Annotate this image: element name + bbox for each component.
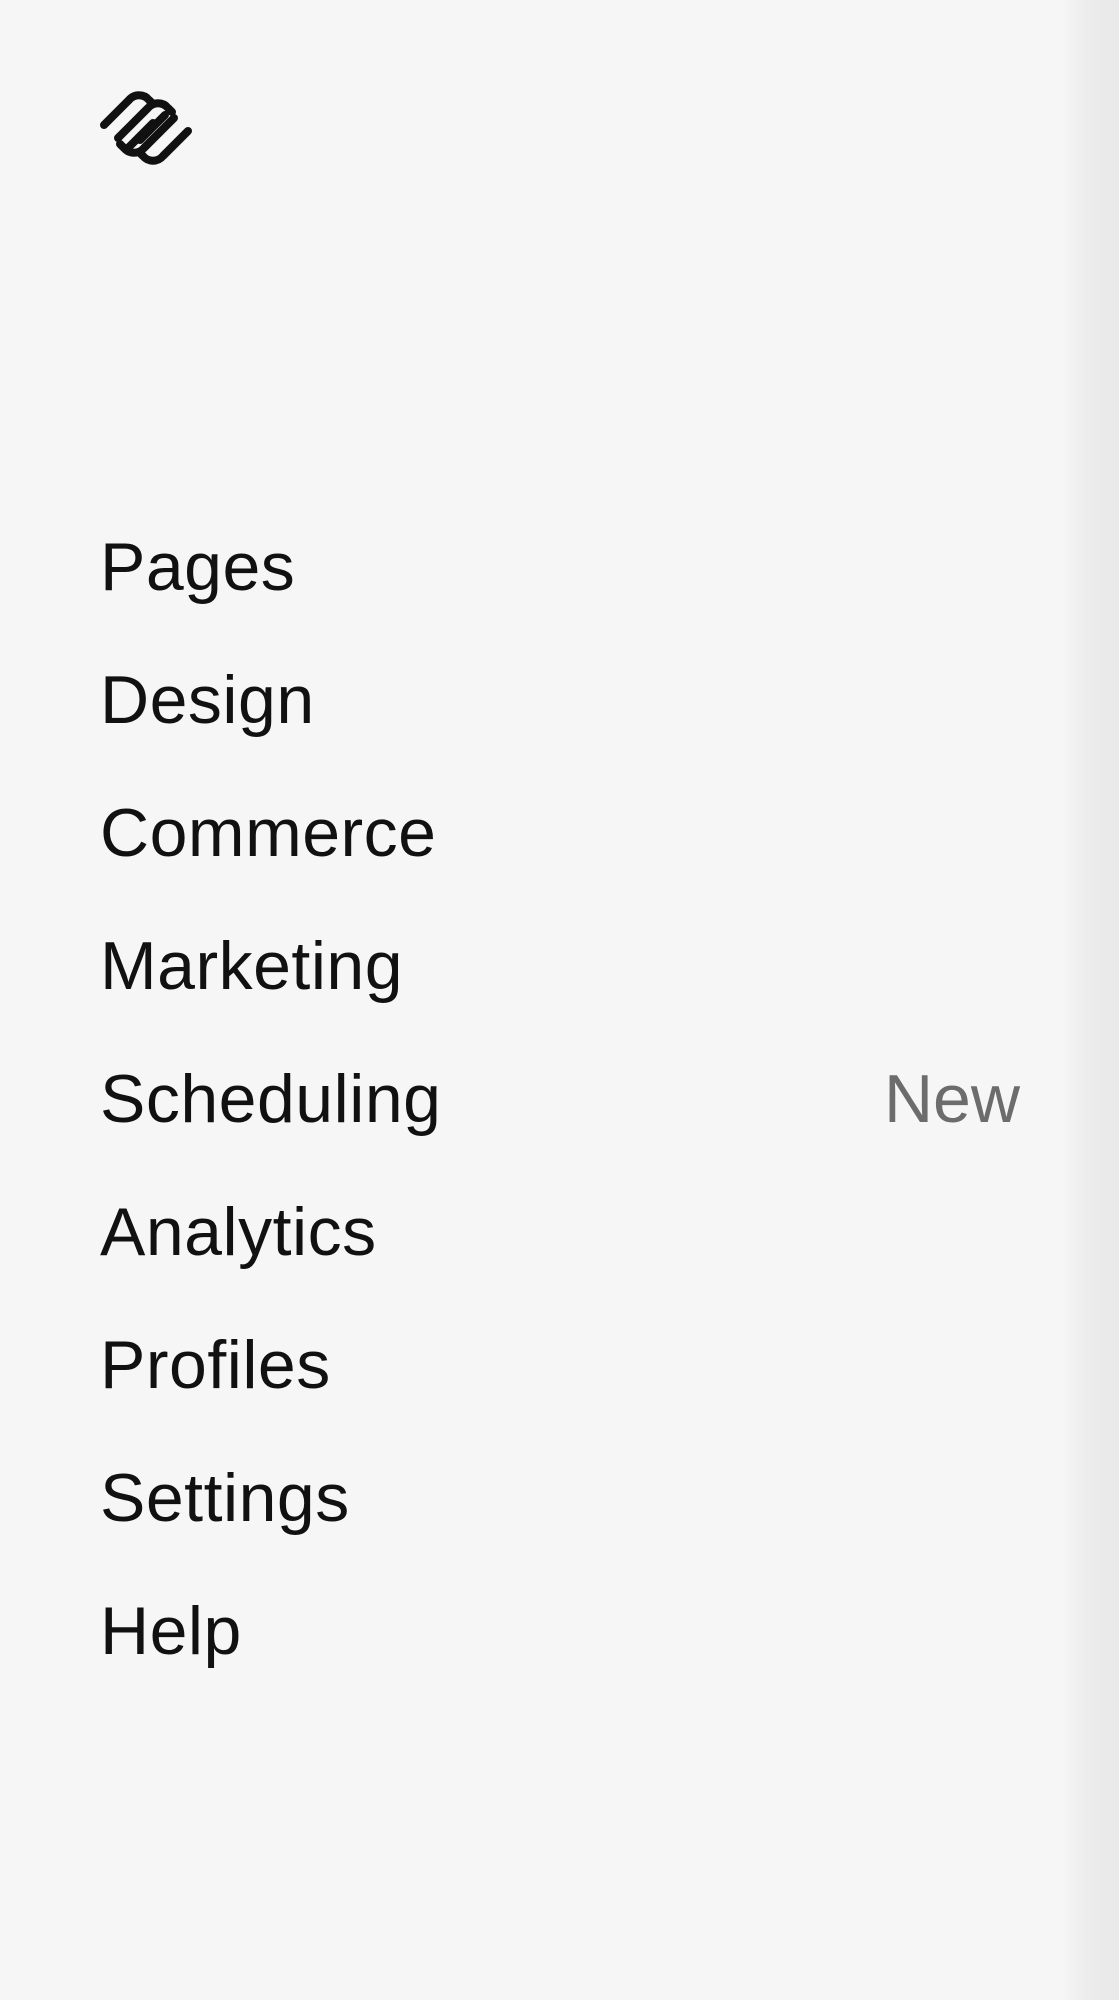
nav-item-help[interactable]: Help [100,1564,1020,1697]
new-badge: New [883,1060,1020,1137]
nav-item-marketing[interactable]: Marketing [100,899,1020,1032]
navigation-panel: Pages Design Commerce Marketing Scheduli… [0,0,1119,2000]
nav-item-label: Commerce [100,794,437,871]
nav-item-label: Analytics [100,1193,377,1270]
nav-item-design[interactable]: Design [100,633,1020,766]
nav-item-analytics[interactable]: Analytics [100,1165,1020,1298]
nav-item-pages[interactable]: Pages [100,500,1020,633]
panel-edge-shadow [1061,0,1119,2000]
squarespace-logo-icon[interactable] [98,86,194,166]
main-nav: Pages Design Commerce Marketing Scheduli… [100,500,1020,1697]
nav-item-label: Pages [100,528,296,605]
nav-item-commerce[interactable]: Commerce [100,766,1020,899]
nav-item-label: Scheduling [100,1060,442,1137]
nav-item-label: Help [100,1592,242,1669]
nav-item-scheduling[interactable]: Scheduling New [100,1032,1020,1165]
nav-item-label: Settings [100,1459,350,1536]
nav-item-label: Profiles [100,1326,331,1403]
nav-item-settings[interactable]: Settings [100,1431,1020,1564]
nav-item-label: Marketing [100,927,404,1004]
nav-item-label: Design [100,661,315,738]
nav-item-profiles[interactable]: Profiles [100,1298,1020,1431]
